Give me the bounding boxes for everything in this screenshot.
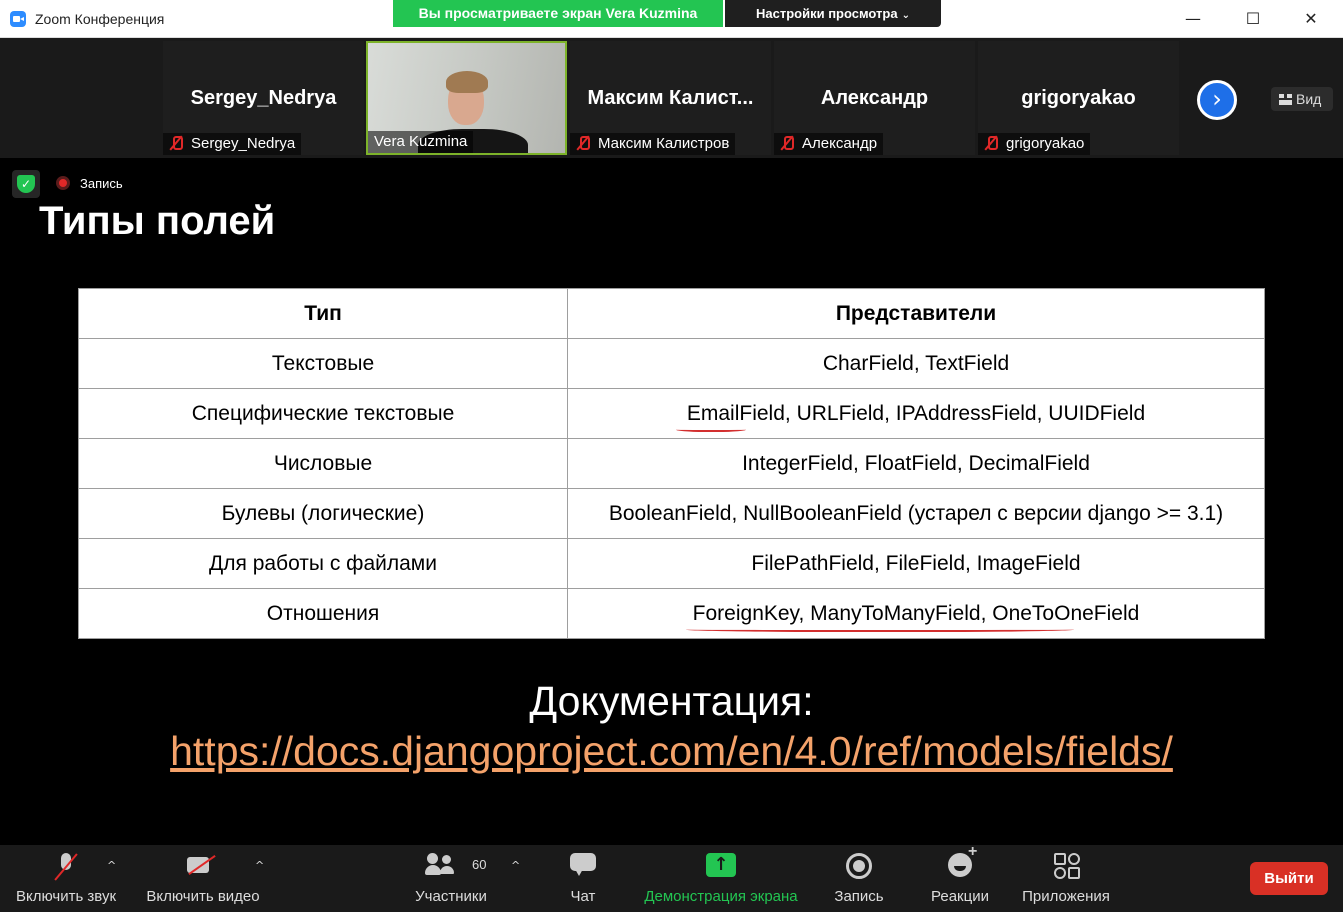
title-bar: Zoom Конференция Вы просматриваете экран… <box>0 0 1343 38</box>
close-button[interactable]: ✕ <box>1288 0 1334 38</box>
column-header: Тип <box>78 288 568 339</box>
window-title: Zoom Конференция <box>35 11 165 27</box>
share-screen-label: Демонстрация экрана <box>644 888 798 905</box>
record-label: Запись <box>834 888 884 905</box>
security-shield-icon[interactable] <box>12 170 40 198</box>
field-types-table: Тип Представители Текстовые CharField, T… <box>78 288 1265 639</box>
table-cell-type: Булевы (логические) <box>78 488 568 539</box>
record-button[interactable]: Запись <box>826 845 892 912</box>
participant-name: Александр <box>802 135 878 152</box>
mic-muted-icon <box>169 136 183 150</box>
participant-name: Sergey_Nedrya <box>191 135 296 152</box>
participant-name-label: grigoryakao <box>978 133 1091 155</box>
chat-icon <box>570 853 596 877</box>
leave-meeting-button[interactable]: Выйти <box>1250 862 1328 895</box>
view-label: Вид <box>1296 91 1322 107</box>
table-cell-fields: BooleanField, NullBooleanField (устарел … <box>567 488 1265 539</box>
participants-icon <box>425 853 455 877</box>
reactions-label: Реакции <box>931 888 989 905</box>
minimize-button[interactable]: — <box>1170 0 1216 38</box>
maximize-button[interactable]: ☐ <box>1230 0 1276 38</box>
participant-name-label: Sergey_Nedrya <box>163 133 302 155</box>
start-video-label: Включить видео <box>146 888 260 905</box>
table-cell-type: Для работы с файлами <box>78 538 568 589</box>
recording-dot-icon <box>56 176 70 190</box>
participant-name: Максим Калистров <box>598 135 730 152</box>
start-video-button[interactable]: Включить видео <box>140 845 266 912</box>
next-page-arrow-icon[interactable]: › <box>1197 80 1237 120</box>
chat-label: Чат <box>570 888 596 905</box>
video-person-hair <box>446 71 488 93</box>
table-row: Текстовые CharField, TextField <box>78 338 1265 389</box>
mic-muted-icon <box>780 136 794 150</box>
participant-tile[interactable]: grigoryakao grigoryakao <box>978 41 1179 155</box>
apps-button[interactable]: Приложения <box>1016 845 1116 912</box>
view-options-button[interactable]: Настройки просмотра ⌄ <box>725 0 941 27</box>
participant-tile[interactable]: Александр Александр <box>774 41 975 155</box>
chat-button[interactable]: Чат <box>553 845 613 912</box>
recording-indicator: Запись <box>56 176 123 191</box>
share-screen-icon: ↑ <box>706 853 736 877</box>
participant-strip: Sergey_Nedrya Sergey_Nedrya Vera Kuzmina… <box>0 38 1343 158</box>
documentation-label: Документация: <box>529 678 814 724</box>
participant-tile[interactable]: Максим Калист... Максим Калистров <box>570 41 771 155</box>
slide-title: Типы полей <box>39 199 276 243</box>
table-cell-type: Специфические текстовые <box>78 388 568 439</box>
view-layout-button[interactable]: Вид <box>1271 87 1333 111</box>
participant-big-name: Максим Калист... <box>587 87 754 109</box>
mic-muted-icon <box>984 136 998 150</box>
participant-big-name: Александр <box>820 87 929 109</box>
participants-label: Участники <box>415 888 487 905</box>
meeting-toolbar: Включить звук ^ Включить видео ^ 60 Учас… <box>0 843 1343 912</box>
table-cell-fields: IntegerField, FloatField, DecimalField <box>567 438 1265 489</box>
participant-name-label: Александр <box>774 133 884 155</box>
table-row: Булевы (логические) BooleanField, NullBo… <box>78 488 1265 539</box>
table-row: Специфические текстовые EmailField, URLF… <box>78 388 1265 439</box>
participants-count: 60 <box>472 857 487 872</box>
documentation-link: https://docs.djangoproject.com/en/4.0/re… <box>170 728 1173 774</box>
participant-name-label: Vera Kuzmina <box>368 131 474 153</box>
participants-button[interactable]: 60 Участники <box>406 845 496 912</box>
participant-tile[interactable]: Sergey_Nedrya Sergey_Nedrya <box>163 41 364 155</box>
recording-label: Запись <box>80 176 123 191</box>
apps-label: Приложения <box>1022 888 1110 905</box>
table-row: Для работы с файлами FilePathField, File… <box>78 538 1265 589</box>
chevron-down-icon: ⌄ <box>901 10 910 21</box>
table-cell-fields: EmailField, URLField, IPAddressField, UU… <box>567 388 1265 439</box>
reactions-smiley-icon <box>948 843 977 877</box>
apps-icon <box>1054 853 1080 877</box>
gallery-grid-icon <box>1279 94 1292 105</box>
screen-share-banner: Вы просматриваете экран Vera Kuzmina <box>393 0 723 27</box>
table-cell-type: Текстовые <box>78 338 568 389</box>
participants-options-caret-icon[interactable]: ^ <box>511 859 520 872</box>
participant-big-name: grigoryakao <box>1021 87 1136 109</box>
zoom-logo-icon <box>10 11 26 27</box>
participant-name: Vera Kuzmina <box>374 133 468 150</box>
participant-big-name: Sergey_Nedrya <box>190 87 337 109</box>
participant-name-label: Максим Калистров <box>570 133 736 155</box>
table-cell-type: Отношения <box>78 588 568 639</box>
unmute-label: Включить звук <box>15 888 117 905</box>
column-header: Представители <box>567 288 1265 339</box>
table-cell-type: Числовые <box>78 438 568 489</box>
participant-tile-video[interactable]: Vera Kuzmina <box>366 41 567 155</box>
annotation-underline <box>676 426 746 432</box>
audio-options-caret-icon[interactable]: ^ <box>107 859 116 872</box>
record-icon <box>846 853 872 879</box>
unmute-button[interactable]: Включить звук <box>6 845 126 912</box>
mic-muted-icon <box>576 136 590 150</box>
reactions-button[interactable]: Реакции <box>922 843 998 912</box>
table-row: Числовые IntegerField, FloatField, Decim… <box>78 438 1265 489</box>
table-header-row: Тип Представители <box>78 288 1265 339</box>
share-screen-button[interactable]: ↑ Демонстрация экрана <box>636 845 806 912</box>
video-off-icon <box>187 853 219 877</box>
microphone-muted-icon <box>57 853 75 883</box>
video-options-caret-icon[interactable]: ^ <box>255 859 264 872</box>
table-cell-fields: FilePathField, FileField, ImageField <box>567 538 1265 589</box>
participant-name: grigoryakao <box>1006 135 1085 152</box>
table-row: Отношения ForeignKey, ManyToManyField, O… <box>78 588 1265 639</box>
annotation-underline <box>686 626 1074 632</box>
table-cell-fields: CharField, TextField <box>567 338 1265 389</box>
view-options-label: Настройки просмотра <box>756 6 898 21</box>
